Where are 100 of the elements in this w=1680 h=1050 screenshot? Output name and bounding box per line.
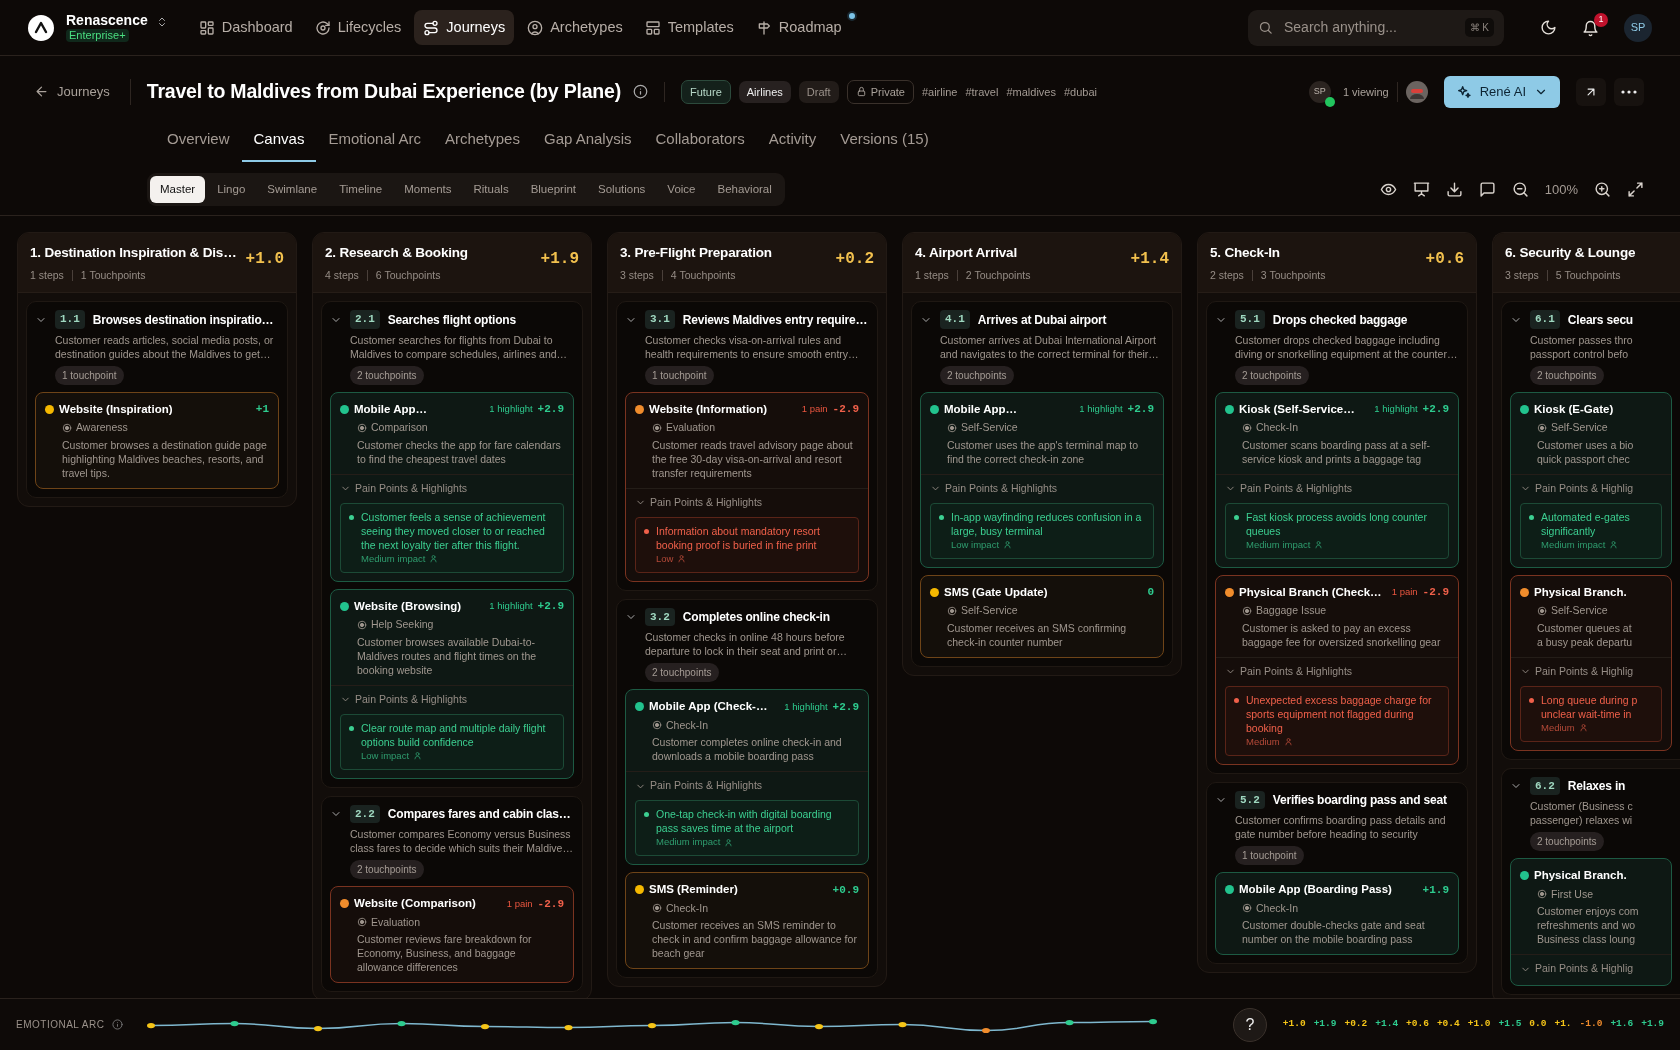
touchpoint-count-badge: 2 touchpoints xyxy=(350,365,424,385)
sparkle-icon xyxy=(1455,83,1472,100)
touchpoint-card[interactable] xyxy=(1215,574,1459,765)
zoom-out-button[interactable] xyxy=(1511,181,1529,199)
zoom-in-button[interactable] xyxy=(1594,181,1611,199)
section-toggle[interactable]: Pain Points & Highlights xyxy=(1240,663,1353,680)
section-toggle[interactable]: Pain Points & Highlights xyxy=(945,480,1058,497)
step-description: Customer arrives at Dubai International Airport and navigates to the correct terminal for their… xyxy=(940,332,1160,361)
section-toggle[interactable]: Pain Points & Highlights xyxy=(650,494,763,511)
view-tab[interactable]: Moments xyxy=(394,176,462,204)
view-tab[interactable]: Swimlane xyxy=(257,176,328,204)
grid-icon xyxy=(198,19,215,36)
hashtag[interactable]: #airline xyxy=(921,83,958,100)
bell-icon xyxy=(1582,20,1599,37)
view-tab[interactable]: Behavioral xyxy=(707,176,782,204)
section-toggle[interactable]: Pain Points & Highlights xyxy=(355,480,468,497)
back-link[interactable]: Journeys xyxy=(34,82,110,102)
notifications-button[interactable]: 1 xyxy=(1577,13,1608,42)
hashtag[interactable]: #maldives xyxy=(1006,83,1056,100)
nav-item[interactable]: Roadmap xyxy=(746,9,858,46)
touchpoint-card[interactable] xyxy=(625,391,869,582)
nav-item[interactable]: Archetypes xyxy=(518,9,632,46)
touchpoint-card[interactable]: Physical Branch. Self-Service Customer queues at a busy peak departu Pain Points & Highlig Long queue during p unclear wait-time in Medium xyxy=(1510,574,1672,751)
stage-score: +0.2 xyxy=(835,249,874,271)
finding-count: 1 highlight xyxy=(489,599,533,614)
tab[interactable]: Emotional Arc xyxy=(316,121,433,162)
section-toggle[interactable]: Pain Points & Highlig xyxy=(1535,663,1634,680)
more-button[interactable] xyxy=(1614,77,1644,106)
step-title: Searches flight options xyxy=(387,311,516,329)
section-toggle[interactable]: Pain Points & Highlig xyxy=(1535,480,1634,497)
touchpoint-card[interactable] xyxy=(330,391,574,582)
sentiment-dot xyxy=(930,404,939,414)
tab[interactable]: Versions (15) xyxy=(828,121,941,162)
tab[interactable]: Archetypes xyxy=(432,121,532,162)
touchpoint-name: Physical Branch. xyxy=(1534,868,1627,884)
fullscreen-button[interactable] xyxy=(1627,181,1644,199)
stage-score: +1.9 xyxy=(540,249,579,271)
step-number: 5.1 xyxy=(1235,310,1265,329)
section-toggle[interactable]: Pain Points & Highlights xyxy=(355,691,468,708)
view-tab[interactable]: Rituals xyxy=(463,176,519,204)
step-number: 6.2 xyxy=(1530,776,1560,796)
view-tab[interactable]: Blueprint xyxy=(520,176,587,204)
download-button[interactable] xyxy=(1445,181,1463,199)
hashtag[interactable]: #dubai xyxy=(1063,83,1097,100)
finding-count: 1 pain xyxy=(1391,585,1418,600)
tab[interactable]: Canvas xyxy=(241,121,317,162)
view-tab[interactable]: Timeline xyxy=(329,176,393,204)
touchpoint-card[interactable] xyxy=(330,588,574,779)
touchpoint-card[interactable]: SMS (Gate Update) 0 Self-Service Customer receives an SMS confirming check-in counter number xyxy=(920,574,1164,658)
touchpoint-card[interactable]: Physical Branch. First Use Customer enjoys com refreshments and wo Business class loung Pain Points & Highlig xyxy=(1510,858,1672,986)
stage-label: Check-In xyxy=(1256,900,1298,916)
section-toggle[interactable]: Pain Points & Highlig xyxy=(1535,961,1634,977)
tab[interactable]: Activity xyxy=(756,121,829,162)
view-tab[interactable]: Lingo xyxy=(207,176,256,204)
search-field[interactable]: Search anything... ⌘ K xyxy=(1248,9,1504,46)
ai-assistant-button[interactable]: René AI xyxy=(1443,76,1560,108)
section-toggle[interactable]: Pain Points & Highlights xyxy=(1240,480,1353,497)
touchpoint-card[interactable]: Website (Comparison) 1 pain -2.9 Evaluation Customer reviews fare breakdown for Economy, Business, and baggage allowance differences xyxy=(330,886,574,984)
brand-name: Renascence xyxy=(66,13,148,27)
tab[interactable]: Overview xyxy=(155,121,242,162)
touchpoint-count-badge: 2 touchpoints xyxy=(1530,832,1604,852)
comment-button[interactable] xyxy=(1478,181,1496,199)
touchpoint-count-badge: 2 touchpoints xyxy=(940,365,1014,385)
touchpoint-name: Mobile App (Check-… xyxy=(649,699,768,715)
step-number: 1.1 xyxy=(55,310,85,329)
step-description: Customer drops checked baggage including diving or snorkelling equipment at the counter… xyxy=(1235,332,1459,361)
view-tab[interactable]: Solutions xyxy=(588,176,656,204)
touchpoint-card[interactable] xyxy=(625,689,869,866)
touchpoint-count-badge: 2 touchpoints xyxy=(1235,365,1309,385)
search-field[interactable]: Search anything... xyxy=(1282,16,1456,39)
touchpoint-card[interactable]: Website (Inspiration) +1 Awareness Customer browses a destination guide page highlighting Maldives beaches, resorts, and travel tips. xyxy=(35,391,279,489)
touchpoint-card[interactable] xyxy=(920,391,1164,568)
open-external-button[interactable] xyxy=(1576,77,1606,106)
emotional-arc-label: EMOTIONAL ARC xyxy=(16,1018,105,1032)
target-icon xyxy=(1537,422,1547,433)
finding-count: 1 pain xyxy=(506,896,533,911)
touchpoint-score: +2.9 xyxy=(832,699,859,715)
user-avatar[interactable]: SP xyxy=(1624,13,1652,42)
nav-item[interactable]: Lifecycles xyxy=(305,9,411,46)
touchpoint-card[interactable]: SMS (Reminder) +0.9 Check-In Customer receives an SMS reminder to check in and confirm baggage allowance for beach gear xyxy=(625,872,869,970)
help-button[interactable]: ? xyxy=(1232,1007,1267,1042)
nav-item[interactable]: Journeys xyxy=(414,9,515,46)
touchpoint-card[interactable]: Kiosk (E-Gate) Self-Service Customer uses a bio quick passport chec Pain Points & Highlig Automated e-gates significantly Medium impact xyxy=(1510,391,1672,568)
arc-value: +0.2 xyxy=(1344,1017,1368,1032)
nav-item[interactable]: Dashboard xyxy=(189,9,302,46)
nav-item[interactable]: Templates xyxy=(635,9,743,46)
hashtag[interactable]: #travel xyxy=(965,83,999,100)
section-toggle[interactable]: Pain Points & Highlights xyxy=(650,778,763,794)
touchpoint-card[interactable] xyxy=(1215,391,1459,568)
arc-value: +0.4 xyxy=(1436,1017,1460,1032)
step-number: 3.1 xyxy=(645,310,675,329)
presentation-button[interactable] xyxy=(1412,181,1430,199)
tab[interactable]: Collaborators xyxy=(643,121,757,162)
step-count: 3 steps xyxy=(1505,267,1539,283)
view-tab[interactable]: Voice xyxy=(657,176,706,204)
tab[interactable]: Gap Analysis xyxy=(531,121,644,162)
step-number: 3.2 xyxy=(645,607,675,627)
touchpoint-card[interactable]: Mobile App (Boarding Pass) +1.9 Check-In Customer double-checks gate and seat number on the mobile boarding pass xyxy=(1215,872,1459,956)
tag: Private xyxy=(846,79,914,104)
view-tab[interactable]: Master xyxy=(150,176,206,204)
